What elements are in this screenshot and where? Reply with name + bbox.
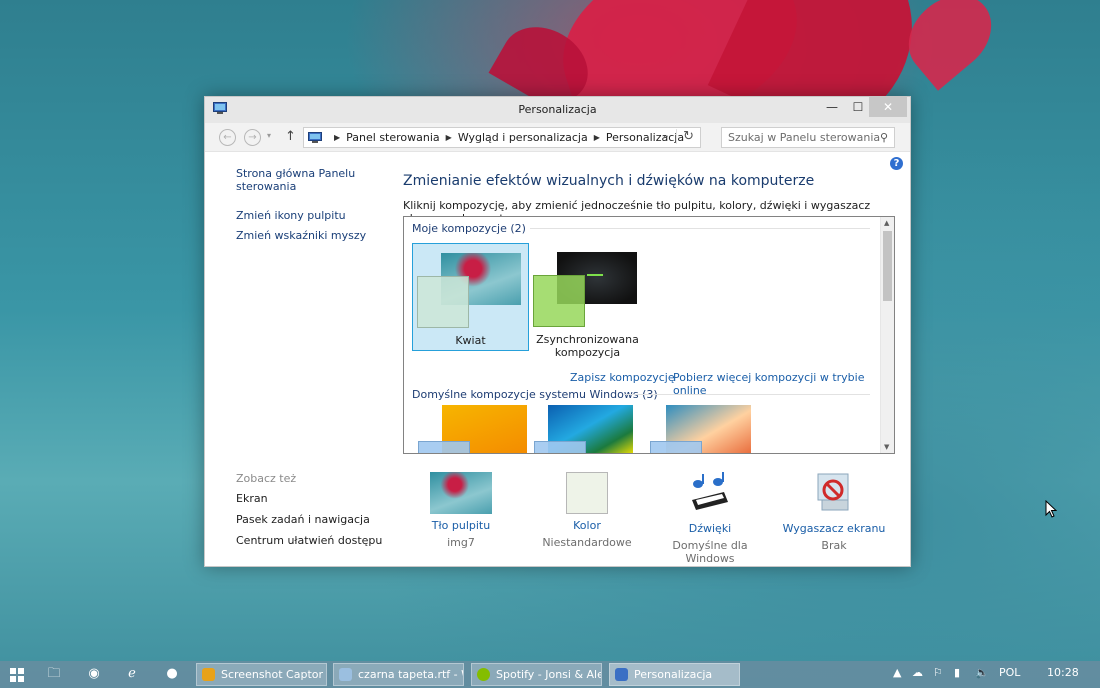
desktop-background-label[interactable]: Tło pulpitu <box>401 519 521 532</box>
sidebar-link-desktop-icons[interactable]: Zmień ikony pulpitu <box>236 209 386 222</box>
start-windows-icon[interactable] <box>10 668 24 682</box>
color-label[interactable]: Kolor <box>527 519 647 532</box>
file-explorer-icon[interactable]: 🗀 <box>44 665 64 683</box>
theme-synced-color-preview <box>533 275 585 327</box>
network-status-icon[interactable]: ⚐ <box>933 666 943 679</box>
breadcrumb-appearance[interactable]: Wygląd i personalizacja <box>458 131 588 144</box>
color-value: Niestandardowe <box>542 536 632 549</box>
task-spotify[interactable]: Spotify - Jonsi & Ale... <box>471 663 602 686</box>
task-screenshot-captor[interactable]: Screenshot Captor 4.... <box>196 663 327 686</box>
navigation-bar: ← → ▾ ↑ ▶ Panel sterowania ▶ Wygląd i pe… <box>205 123 910 152</box>
theme-synced[interactable]: Zsynchronizowana kompozycja <box>529 243 646 359</box>
task-label: Personalizacja <box>634 668 713 681</box>
breadcrumb-separator-icon[interactable]: ▶ <box>446 133 452 142</box>
breadcrumb-separator-icon: ▶ <box>334 133 341 142</box>
default-theme-color-preview <box>418 441 470 453</box>
breadcrumb-personalization[interactable]: Personalizacja <box>606 131 684 144</box>
search-icon[interactable]: ⚲ <box>880 128 888 147</box>
address-dropdown-chevron-icon[interactable]: ⌄ <box>662 130 670 141</box>
minimize-button[interactable]: — <box>819 97 845 117</box>
sidebar: Strona główna Panelu sterowania Zmień ik… <box>236 167 386 249</box>
search-input[interactable]: Szukaj w Panelu sterowania ⚲ <box>721 127 895 148</box>
default-theme-color-preview <box>534 441 586 453</box>
screensaver-label[interactable]: Wygaszacz ekranu <box>774 522 894 535</box>
wordpad-icon <box>339 668 352 681</box>
color-swatch-icon <box>566 472 608 514</box>
theme-kwiat-color-preview <box>417 276 469 328</box>
help-icon[interactable]: ? <box>890 157 903 170</box>
default-theme-color-preview <box>650 441 702 453</box>
sidebar-link-mouse-pointers[interactable]: Zmień wskaźniki myszy <box>236 229 386 242</box>
my-themes-header: Moje kompozycje (2) <box>412 222 870 235</box>
screensaver-value: Brak <box>821 539 847 552</box>
mouse-cursor-icon <box>1045 500 1057 518</box>
close-button[interactable]: ✕ <box>869 97 907 117</box>
header-divider <box>530 228 870 229</box>
control-panel-icon <box>615 668 628 681</box>
scroll-down-icon[interactable]: ▼ <box>884 443 889 451</box>
recent-locations-chevron-icon[interactable]: ▾ <box>267 131 271 140</box>
search-placeholder: Szukaj w Panelu sterowania <box>728 131 881 144</box>
theme-synced-label: Zsynchronizowana kompozycja <box>536 333 639 359</box>
save-theme-link[interactable]: Zapisz kompozycję <box>570 371 675 384</box>
sounds-label[interactable]: Dźwięki <box>650 522 770 535</box>
task-label: czarna tapeta.rtf - W... <box>358 668 463 681</box>
spotify-icon <box>477 668 490 681</box>
refresh-icon[interactable]: ↻ <box>676 129 694 144</box>
breadcrumb-control-panel[interactable]: Panel sterowania <box>346 131 440 144</box>
see-also-heading: Zobacz też <box>236 472 297 485</box>
sidebar-link-home[interactable]: Strona główna Panelu sterowania <box>236 167 386 193</box>
input-language[interactable]: POL <box>999 666 1020 679</box>
title-bar[interactable]: Personalizacja — ☐ ✕ <box>205 97 910 123</box>
task-wordpad[interactable]: czarna tapeta.rtf - W... <box>333 663 464 686</box>
theme-kwiat-label: Kwiat <box>455 334 486 347</box>
taskbar: 🗀 ◉ ℯ ● Screenshot Captor 4.... czarna t… <box>0 661 1100 688</box>
theme-kwiat[interactable]: Kwiat <box>412 243 529 351</box>
sounds-value: Domyślne dla Windows <box>672 539 748 565</box>
up-arrow-icon[interactable]: ↑ <box>285 129 296 144</box>
task-label: Spotify - Jonsi & Ale... <box>496 668 601 681</box>
task-personalization[interactable]: Personalizacja <box>609 663 740 686</box>
see-also-links: Ekran Pasek zadań i nawigacja Centrum uł… <box>236 492 382 555</box>
app-pinned-icon[interactable]: ● <box>162 665 182 683</box>
screensaver-icon <box>817 473 849 511</box>
default-themes-header: Domyślne kompozycje systemu Windows (3) <box>412 388 870 401</box>
desktop-background-setting[interactable]: Tło pulpitu img7 <box>401 472 521 549</box>
desktop-background-value: img7 <box>447 536 475 549</box>
control-panel-icon <box>308 131 322 143</box>
header-divider <box>624 394 870 395</box>
sounds-setting[interactable]: Dźwięki Domyślne dla Windows <box>650 472 770 565</box>
sounds-icon <box>692 472 728 510</box>
internet-explorer-icon[interactable]: ℯ <box>122 665 142 683</box>
screensaver-setting[interactable]: Wygaszacz ekranu Brak <box>774 472 894 552</box>
personalization-window: Personalizacja — ☐ ✕ ← → ▾ ↑ ▶ Panel ste… <box>204 96 911 567</box>
color-setting[interactable]: Kolor Niestandardowe <box>527 472 647 549</box>
address-bar[interactable]: ▶ Panel sterowania ▶ Wygląd i personaliz… <box>303 127 701 148</box>
window-title: Personalizacja <box>518 103 597 116</box>
firefox-icon[interactable]: ◉ <box>84 665 104 683</box>
theme-list-scrollbar[interactable]: ▲ ▼ <box>880 217 894 453</box>
task-label: Screenshot Captor 4.... <box>221 668 326 681</box>
see-also-taskbar[interactable]: Pasek zadań i nawigacja <box>236 513 382 526</box>
forward-arrow-icon[interactable]: → <box>244 129 261 146</box>
page-title: Zmienianie efektów wizualnych i dźwięków… <box>403 173 815 189</box>
signal-strength-icon[interactable]: ▮ <box>954 666 960 679</box>
scrollbar-thumb[interactable] <box>883 231 892 301</box>
my-themes-header-label: Moje kompozycje (2) <box>412 222 526 235</box>
show-hidden-icons-chevron-icon[interactable]: ▲ <box>893 666 901 679</box>
back-arrow-icon[interactable]: ← <box>219 129 236 146</box>
scroll-up-icon[interactable]: ▲ <box>884 219 889 227</box>
clock[interactable]: 10:28 <box>1047 666 1079 679</box>
maximize-button[interactable]: ☐ <box>845 97 871 117</box>
volume-speaker-icon[interactable]: 🔈 <box>975 666 989 679</box>
chrome-icon <box>202 668 215 681</box>
default-themes-header-label: Domyślne kompozycje systemu Windows (3) <box>412 388 658 401</box>
breadcrumb-separator-icon[interactable]: ▶ <box>594 133 600 142</box>
see-also-ease-of-access[interactable]: Centrum ułatwień dostępu <box>236 534 382 547</box>
onedrive-cloud-icon[interactable]: ☁ <box>912 666 923 679</box>
desktop-background-icon <box>430 472 492 514</box>
see-also-display[interactable]: Ekran <box>236 492 382 505</box>
theme-list[interactable]: Moje kompozycje (2) Kwiat Zsynchronizowa… <box>403 216 895 454</box>
